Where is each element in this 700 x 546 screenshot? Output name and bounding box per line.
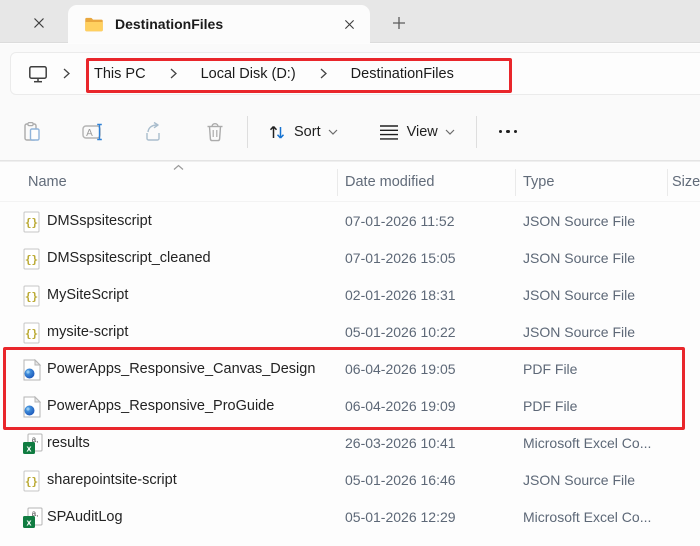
tab-destinationfiles[interactable]: DestinationFiles xyxy=(68,5,370,43)
monitor-icon xyxy=(27,63,49,85)
share-icon xyxy=(146,121,160,141)
paste-button[interactable] xyxy=(12,114,52,150)
file-name: mysite-script xyxy=(47,324,129,340)
chevron-down-icon xyxy=(445,129,455,135)
address-bar[interactable]: This PC Local Disk (D:) DestinationFiles xyxy=(10,52,700,95)
json-file-icon xyxy=(22,322,42,344)
breadcrumb-local-disk-d[interactable]: Local Disk (D:) xyxy=(191,62,306,86)
file-type: PDF File xyxy=(523,361,578,377)
file-date-modified: 02-01-2026 18:31 xyxy=(345,287,456,303)
file-name: PowerApps_Responsive_ProGuide xyxy=(47,398,275,414)
column-header-row: Name Date modified Type Size xyxy=(0,161,700,202)
json-file-icon xyxy=(22,470,42,492)
file-type: JSON Source File xyxy=(523,472,636,488)
tab-close-icon[interactable] xyxy=(338,13,360,35)
file-name: sharepointsite-script xyxy=(47,472,177,488)
paste-icon xyxy=(24,121,40,141)
json-file-icon xyxy=(22,285,42,307)
column-divider[interactable] xyxy=(515,169,516,196)
file-type: PDF File xyxy=(523,398,578,414)
column-header-date-modified[interactable]: Date modified xyxy=(345,174,434,190)
file-name: SPAuditLog xyxy=(47,509,123,525)
file-type: JSON Source File xyxy=(523,324,636,340)
column-header-name[interactable]: Name xyxy=(28,174,67,190)
file-name: results xyxy=(47,435,90,451)
file-type: JSON Source File xyxy=(523,287,636,303)
toolbar-divider xyxy=(475,115,477,148)
chevron-right-icon xyxy=(63,68,70,79)
file-type: Microsoft Excel Co... xyxy=(523,435,652,451)
file-row[interactable]: DMSspsitescript_cleaned 07-01-2026 15:05… xyxy=(0,240,700,277)
view-button[interactable]: View xyxy=(369,117,464,147)
toolbar: A Sort View xyxy=(0,103,700,161)
file-date-modified: 06-04-2026 19:05 xyxy=(345,361,456,377)
delete-icon xyxy=(207,122,223,141)
file-row[interactable]: SPAuditLog 05-01-2026 12:29 Microsoft Ex… xyxy=(0,499,700,536)
file-date-modified: 05-01-2026 10:22 xyxy=(345,324,456,340)
json-file-icon xyxy=(22,211,42,233)
tab-title: DestinationFiles xyxy=(115,16,224,32)
sort-label: Sort xyxy=(294,123,321,140)
file-row[interactable]: MySiteScript 02-01-2026 18:31 JSON Sourc… xyxy=(0,277,700,314)
file-type: JSON Source File xyxy=(523,250,636,266)
address-bar-row: This PC Local Disk (D:) DestinationFiles xyxy=(0,44,700,103)
file-row[interactable]: sharepointsite-script 05-01-2026 16:46 J… xyxy=(0,462,700,499)
file-name: DMSspsitescript xyxy=(47,213,152,229)
share-button[interactable] xyxy=(134,114,174,150)
more-options-button[interactable] xyxy=(487,129,530,134)
svg-text:A: A xyxy=(86,127,93,138)
view-icon xyxy=(379,124,398,140)
folder-icon xyxy=(84,15,104,34)
delete-button[interactable] xyxy=(195,114,235,150)
file-date-modified: 05-01-2026 16:46 xyxy=(345,472,456,488)
chevron-right-icon xyxy=(170,68,177,79)
file-name: MySiteScript xyxy=(47,287,129,303)
file-date-modified: 07-01-2026 15:05 xyxy=(345,250,456,266)
rename-button[interactable]: A xyxy=(73,114,113,150)
close-icon[interactable] xyxy=(28,12,50,34)
sort-icon xyxy=(269,125,285,139)
excel-csv-file-icon xyxy=(22,433,42,455)
file-row[interactable]: PowerApps_Responsive_ProGuide 06-04-2026… xyxy=(0,388,700,425)
column-divider[interactable] xyxy=(667,169,668,196)
pdf-file-icon xyxy=(22,396,42,418)
rename-icon: A xyxy=(82,123,102,140)
file-explorer-window: {} a, x xyxy=(0,0,700,546)
view-label: View xyxy=(406,123,438,140)
file-date-modified: 26-03-2026 10:41 xyxy=(345,435,456,451)
tab-bar: DestinationFiles xyxy=(0,0,700,43)
file-row[interactable]: DMSspsitescript 07-01-2026 11:52 JSON So… xyxy=(0,203,700,240)
file-list: DMSspsitescript 07-01-2026 11:52 JSON So… xyxy=(0,202,700,546)
file-date-modified: 06-04-2026 19:09 xyxy=(345,398,456,414)
file-row[interactable]: mysite-script 05-01-2026 10:22 JSON Sour… xyxy=(0,314,700,351)
file-date-modified: 05-01-2026 12:29 xyxy=(345,509,456,525)
file-type: Microsoft Excel Co... xyxy=(523,509,652,525)
sort-ascending-caret-icon xyxy=(173,164,184,171)
column-header-type[interactable]: Type xyxy=(523,174,554,190)
column-header-size[interactable]: Size xyxy=(672,174,700,190)
sort-button[interactable]: Sort xyxy=(258,116,347,148)
chevron-right-icon xyxy=(320,68,327,79)
file-name: PowerApps_Responsive_Canvas_Design xyxy=(47,361,316,377)
excel-csv-file-icon xyxy=(22,507,42,529)
file-row[interactable]: results 26-03-2026 10:41 Microsoft Excel… xyxy=(0,425,700,462)
pdf-file-icon xyxy=(22,359,42,381)
breadcrumb-this-pc[interactable]: This PC xyxy=(84,62,156,86)
file-type: JSON Source File xyxy=(523,213,636,229)
file-date-modified: 07-01-2026 11:52 xyxy=(345,213,455,229)
chevron-down-icon xyxy=(328,129,338,135)
breadcrumb-destinationfiles[interactable]: DestinationFiles xyxy=(341,62,464,86)
file-name: DMSspsitescript_cleaned xyxy=(47,250,211,266)
more-options-icon xyxy=(498,129,503,134)
json-file-icon xyxy=(22,248,42,270)
new-tab-button[interactable] xyxy=(386,12,412,34)
toolbar-divider xyxy=(247,115,248,148)
plus-icon xyxy=(393,17,405,29)
file-row[interactable]: PowerApps_Responsive_Canvas_Design 06-04… xyxy=(0,351,700,388)
column-divider[interactable] xyxy=(337,169,338,196)
